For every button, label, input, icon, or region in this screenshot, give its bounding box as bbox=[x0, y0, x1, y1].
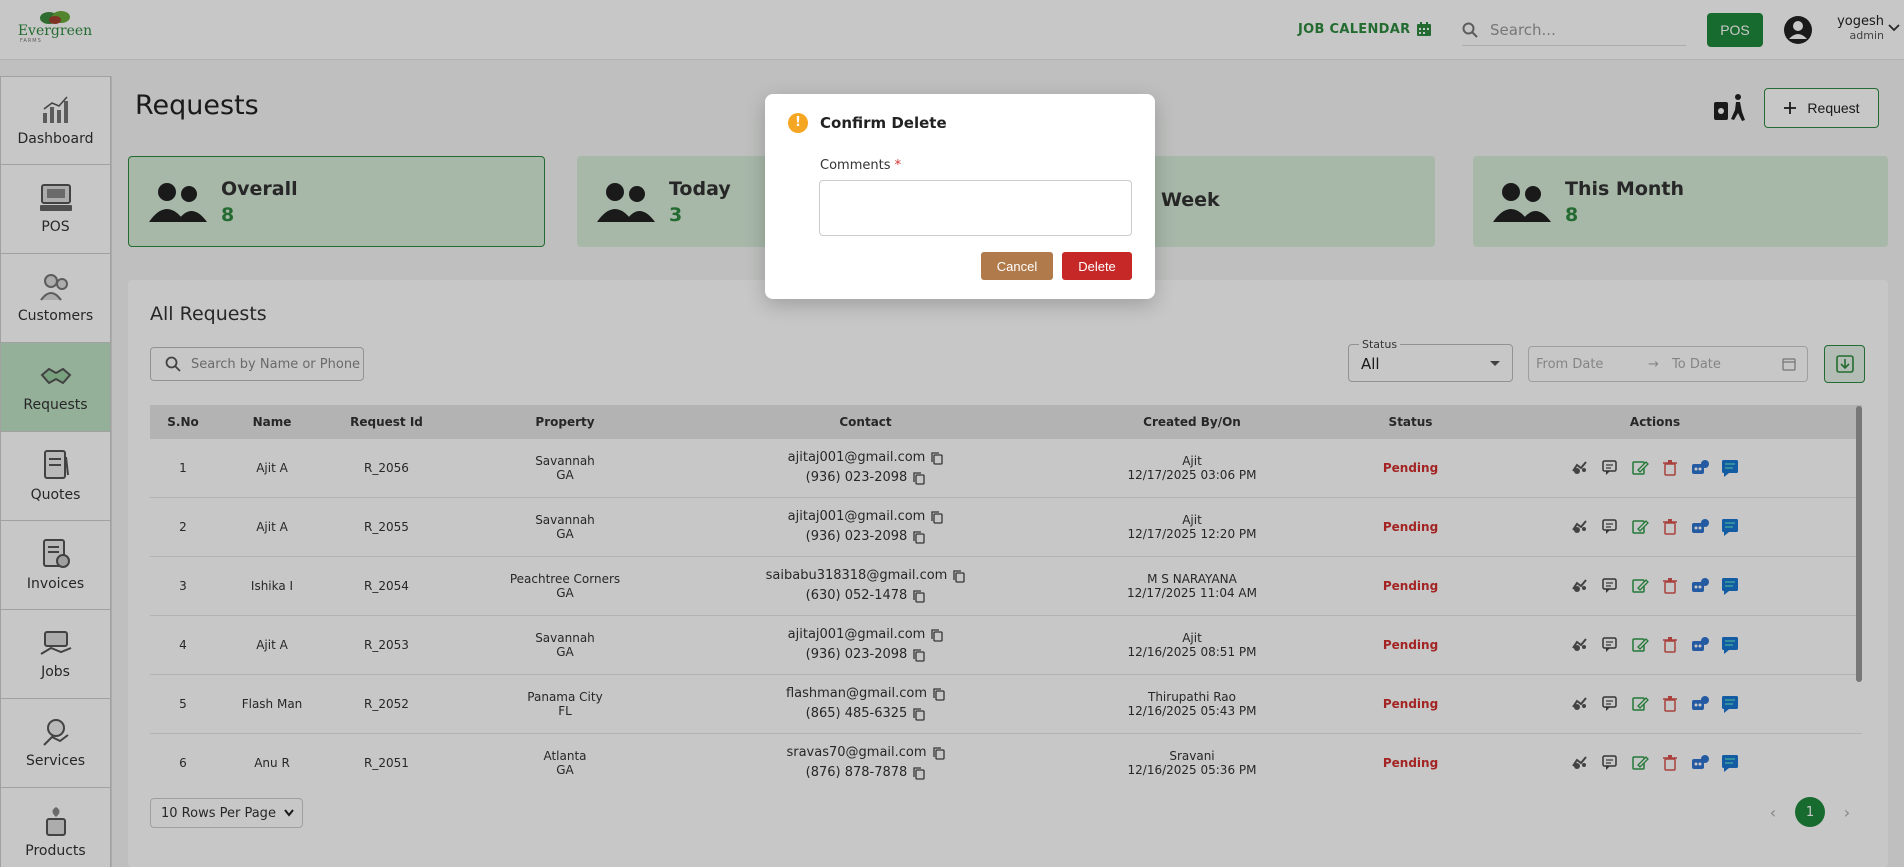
cancel-button[interactable]: Cancel bbox=[981, 252, 1053, 280]
dialog-title: Confirm Delete bbox=[820, 114, 947, 132]
confirm-delete-dialog: ! Confirm Delete Comments * Cancel Delet… bbox=[765, 94, 1155, 299]
delete-button[interactable]: Delete bbox=[1062, 252, 1132, 280]
comments-label-text: Comments bbox=[820, 158, 891, 173]
comments-label: Comments * bbox=[820, 158, 901, 173]
warning-icon: ! bbox=[788, 113, 808, 133]
required-mark: * bbox=[894, 158, 902, 173]
comments-textarea[interactable] bbox=[819, 180, 1132, 236]
